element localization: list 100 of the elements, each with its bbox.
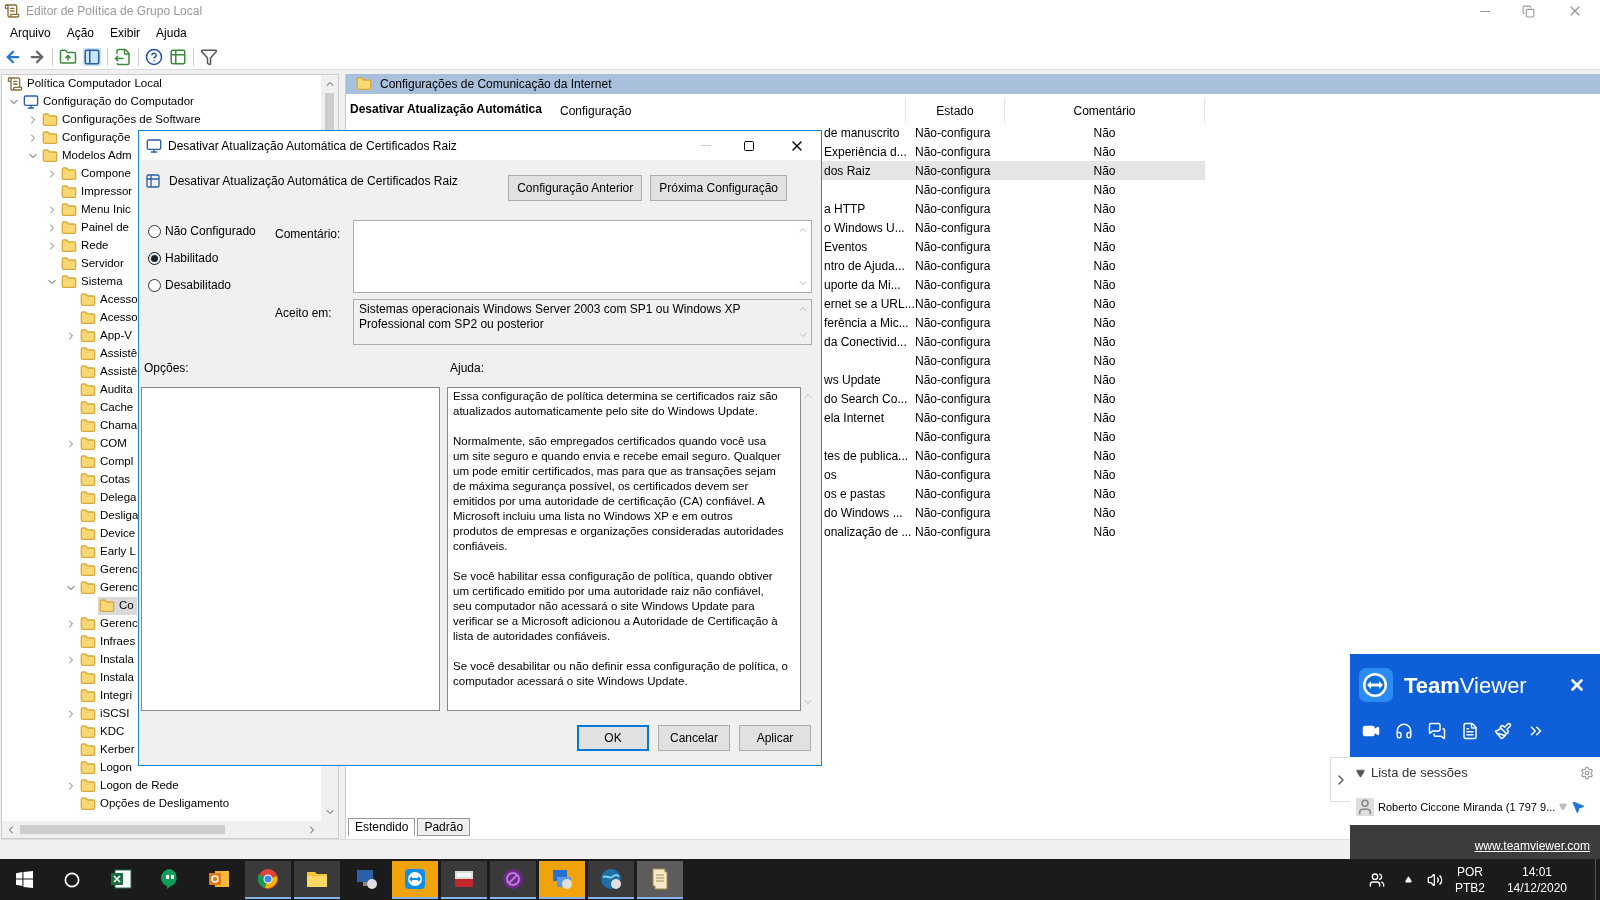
- tree-item[interactable]: Sistema: [60, 273, 126, 291]
- radio-button[interactable]: [148, 224, 161, 238]
- brush-icon[interactable]: [1494, 722, 1512, 740]
- radio-label[interactable]: Desabilitado: [165, 276, 232, 294]
- table-cell: da Conectivid...: [824, 334, 907, 349]
- radio-button[interactable]: [148, 278, 161, 292]
- tree-item[interactable]: Menu Inic: [60, 201, 134, 219]
- tree-item[interactable]: Cache: [79, 399, 137, 417]
- taskbar-app[interactable]: [293, 860, 340, 899]
- menu-item[interactable]: Ajuda: [148, 24, 195, 42]
- tree-item[interactable]: Audita: [79, 381, 136, 399]
- tree-item[interactable]: COM: [79, 435, 130, 453]
- language-indicator[interactable]: POR PTB2: [1454, 863, 1485, 896]
- taskbar-app[interactable]: [587, 860, 634, 899]
- taskbar-app[interactable]: [489, 860, 536, 899]
- menu-item[interactable]: Ação: [58, 24, 103, 42]
- tree-item[interactable]: Compl: [79, 453, 137, 471]
- menu-item[interactable]: Arquivo: [2, 24, 59, 42]
- tree-item[interactable]: Infraes: [79, 633, 139, 651]
- tree-item[interactable]: Co: [98, 597, 137, 615]
- collapse-caret-icon[interactable]: [1356, 768, 1365, 778]
- tree-item[interactable]: Acesso: [79, 291, 141, 309]
- tree-item[interactable]: Modelos Adm: [41, 147, 135, 165]
- tree-item[interactable]: Instala: [79, 651, 137, 669]
- view-tab[interactable]: Padrão: [417, 818, 471, 836]
- menu-item[interactable]: Exibir: [102, 24, 149, 42]
- headset-icon[interactable]: [1395, 722, 1413, 740]
- folder-up-icon[interactable]: [59, 47, 77, 66]
- tree-item[interactable]: Gerenc: [79, 579, 141, 597]
- tree-item[interactable]: Acesso: [79, 309, 141, 327]
- tree-item[interactable]: Impressor: [60, 183, 136, 201]
- tree-item[interactable]: Gerenc: [79, 561, 141, 579]
- scrollbar-thumb[interactable]: [20, 825, 225, 834]
- nav-button[interactable]: Próxima Configuração: [650, 175, 787, 201]
- tree-item[interactable]: iSCSI: [79, 705, 133, 723]
- document-icon[interactable]: [1461, 722, 1479, 740]
- nav-button[interactable]: Configuração Anterior: [508, 175, 643, 201]
- tree-item[interactable]: Assistê: [79, 363, 141, 381]
- tree-item[interactable]: Configuração do Computador: [22, 93, 197, 111]
- tree-item[interactable]: Logon de Rede: [79, 777, 182, 795]
- tree-item[interactable]: Early L: [79, 543, 139, 561]
- tree-item[interactable]: Configurações de Software: [41, 111, 204, 129]
- tree-item[interactable]: Kerber: [79, 741, 138, 759]
- filter-icon[interactable]: [200, 47, 218, 66]
- tree-item[interactable]: Servidor: [60, 255, 127, 273]
- tree-item[interactable]: Assistê: [79, 345, 141, 363]
- horizontal-scrollbar[interactable]: [2, 821, 338, 838]
- tree-item[interactable]: Configuraçõe: [41, 129, 134, 147]
- view-tab[interactable]: Estendido: [348, 818, 416, 836]
- table-icon[interactable]: [169, 47, 187, 66]
- volume-icon[interactable]: [1426, 871, 1443, 888]
- table-cell: ela Internet: [824, 410, 885, 425]
- dialog-button[interactable]: Aplicar: [739, 725, 811, 751]
- help-icon[interactable]: [145, 47, 163, 66]
- clock[interactable]: 14:01 14/12/2020: [1506, 863, 1567, 896]
- column-header[interactable]: Comentário: [1004, 98, 1205, 123]
- tree-item[interactable]: Instala: [79, 669, 137, 687]
- tree-item[interactable]: Painel de: [60, 219, 132, 237]
- taskbar-app[interactable]: [244, 860, 291, 899]
- maximize-icon[interactable]: [743, 139, 755, 152]
- tree-item[interactable]: KDC: [79, 723, 128, 741]
- tree-item[interactable]: App-V: [79, 327, 135, 345]
- tree-item[interactable]: Opções de Desligamento: [79, 795, 233, 813]
- tree-item[interactable]: Logon: [79, 759, 135, 777]
- table-cell-text: Não: [1093, 124, 1116, 142]
- export-icon[interactable]: [114, 47, 132, 66]
- tray-caret-icon[interactable]: [1404, 876, 1412, 883]
- panel-icon[interactable]: [83, 47, 101, 66]
- taskbar-app[interactable]: [391, 860, 438, 899]
- tree-item[interactable]: Delega: [79, 489, 140, 507]
- table-cell: os e pastas: [824, 486, 886, 501]
- chat-icon[interactable]: [1428, 722, 1446, 740]
- taskbar-app[interactable]: [636, 860, 683, 899]
- radio-button[interactable]: [148, 251, 161, 265]
- taskbar-app[interactable]: [440, 860, 487, 899]
- radio-label[interactable]: Não Configurado: [165, 222, 256, 240]
- tree-item[interactable]: Device: [79, 525, 139, 543]
- column-header[interactable]: Configuração: [554, 98, 905, 123]
- tree-item[interactable]: Chama: [79, 417, 141, 435]
- radio-label[interactable]: Habilitado: [165, 249, 219, 267]
- tree-item[interactable]: Cotas: [79, 471, 134, 489]
- tree-item[interactable]: Rede: [60, 237, 112, 255]
- cursor-icon[interactable]: [1571, 800, 1586, 814]
- session-item[interactable]: Roberto Ciccone Miranda (1 797 9...: [1350, 789, 1600, 825]
- tree-item[interactable]: Gerenc: [79, 615, 141, 633]
- tree-item[interactable]: Compone: [60, 165, 134, 183]
- restore-icon[interactable]: [1522, 4, 1535, 18]
- tree-item[interactable]: Integri: [79, 687, 135, 705]
- minimize-icon[interactable]: [1480, 10, 1490, 12]
- tree-item[interactable]: Desliga: [79, 507, 142, 525]
- tree-item[interactable]: Política Computador Local: [6, 75, 165, 93]
- taskbar-app[interactable]: [538, 860, 585, 899]
- table-cell-text: Não: [1093, 523, 1116, 541]
- settings-icon[interactable]: [1580, 766, 1594, 780]
- people-icon[interactable]: [1368, 871, 1385, 888]
- scrollbar-thumb[interactable]: [325, 93, 334, 133]
- comment-field[interactable]: [353, 220, 812, 293]
- column-header[interactable]: Estado: [905, 98, 1004, 123]
- dialog-button[interactable]: OK: [577, 725, 649, 751]
- dialog-button[interactable]: Cancelar: [658, 725, 730, 751]
